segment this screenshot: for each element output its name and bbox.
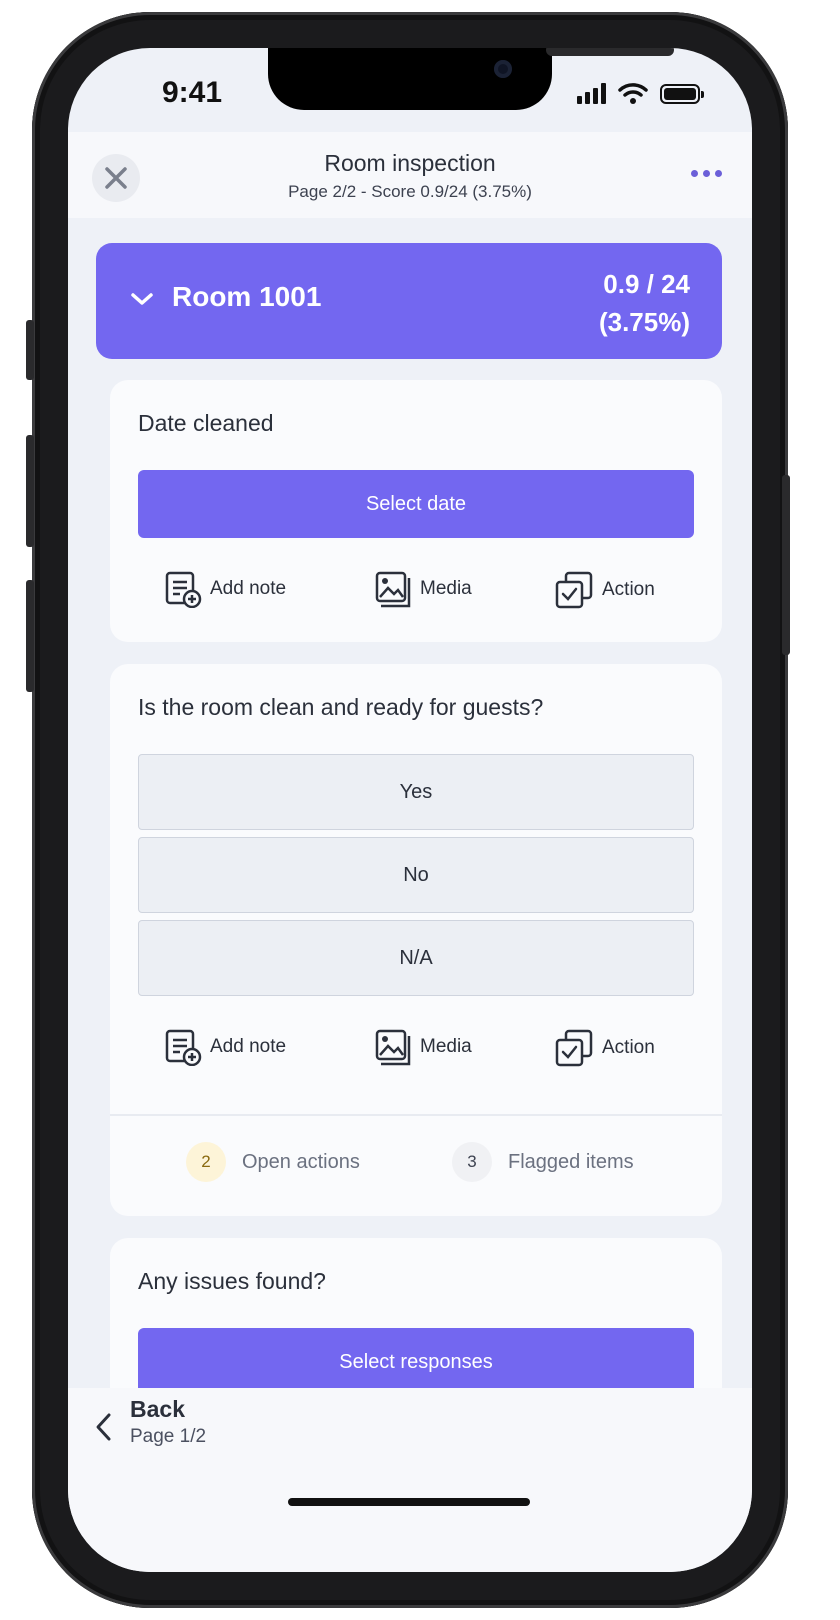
more-options-button[interactable] — [691, 170, 722, 177]
header: Room inspection Page 2/2 - Score 0.9/24 … — [68, 132, 752, 218]
cellular-signal-icon — [577, 82, 606, 104]
action-icon — [555, 571, 593, 609]
open-actions-count: 2 — [186, 1142, 226, 1182]
section-header[interactable]: Room 1001 0.9 / 24 (3.75%) — [96, 243, 722, 359]
back-button[interactable]: Back Page 1/2 — [68, 1388, 328, 1468]
action-label: Action — [602, 1037, 655, 1058]
front-camera — [494, 60, 512, 78]
media-label: Media — [420, 578, 472, 599]
section-score-percent: (3.75%) — [598, 307, 690, 337]
add-note-button[interactable]: Add note — [164, 1028, 286, 1066]
flagged-items-label: Flagged items — [508, 1150, 634, 1173]
status-icons — [577, 82, 704, 104]
add-note-icon — [165, 571, 202, 608]
action-button[interactable]: Action — [554, 1028, 655, 1068]
mute-switch — [26, 320, 34, 380]
back-page-label: Page 1/2 — [130, 1426, 207, 1447]
wifi-icon — [618, 83, 648, 104]
volume-down-button — [26, 580, 34, 692]
speaker-grille — [546, 48, 674, 56]
option-yes[interactable]: Yes — [138, 754, 694, 830]
screen: 9:41 Room inspection Page 2/2 - Score 0.… — [68, 48, 752, 1572]
flagged-items-count: 3 — [452, 1142, 492, 1182]
chevron-left-icon — [96, 1413, 111, 1441]
section-title: Room 1001 — [172, 281, 322, 312]
open-actions-label: Open actions — [242, 1150, 360, 1173]
page-title: Room inspection — [324, 150, 496, 176]
select-date-button[interactable]: Select date — [138, 470, 694, 538]
add-note-button[interactable]: Add note — [164, 570, 286, 608]
back-label: Back — [130, 1396, 185, 1422]
add-note-label: Add note — [210, 578, 287, 599]
select-responses-button[interactable]: Select responses — [138, 1328, 694, 1396]
chevron-down-icon — [131, 293, 153, 305]
question-card-date: Date cleaned Select date Add note Media … — [110, 380, 722, 642]
action-icon — [555, 1029, 593, 1067]
add-note-label: Add note — [210, 1036, 287, 1057]
question-card-clean: Is the room clean and ready for guests? … — [110, 664, 722, 1216]
question-toolbar: Add note Media Action — [110, 570, 722, 614]
more-icon — [691, 170, 698, 177]
media-icon — [375, 1029, 411, 1066]
media-label: Media — [420, 1036, 472, 1057]
media-button[interactable]: Media — [374, 570, 472, 608]
action-label: Action — [602, 579, 655, 600]
status-time: 9:41 — [162, 76, 223, 109]
section-score: 0.9 / 24 (3.75%) — [599, 265, 690, 341]
page-subtitle: Page 2/2 - Score 0.9/24 (3.75%) — [288, 182, 532, 201]
footer-nav: Back Page 1/2 — [68, 1388, 752, 1572]
question-label: Any issues found? — [138, 1268, 326, 1294]
notch — [268, 48, 674, 110]
volume-up-button — [26, 435, 34, 547]
section-score-value: 0.9 / 24 — [603, 269, 690, 299]
question-toolbar: Add note Media Action — [110, 1028, 722, 1072]
option-na[interactable]: N/A — [138, 920, 694, 996]
flagged-items[interactable]: 3 Flagged items — [452, 1142, 634, 1182]
question-label: Is the room clean and ready for guests? — [138, 694, 544, 720]
action-button[interactable]: Action — [554, 570, 655, 610]
open-actions[interactable]: 2 Open actions — [186, 1142, 360, 1182]
battery-icon — [660, 84, 704, 104]
option-no[interactable]: No — [138, 837, 694, 913]
question-label: Date cleaned — [138, 410, 274, 436]
power-button — [782, 475, 790, 655]
add-note-icon — [165, 1029, 202, 1066]
media-icon — [375, 571, 411, 608]
home-indicator[interactable] — [288, 1498, 530, 1506]
divider — [110, 1114, 722, 1116]
media-button[interactable]: Media — [374, 1028, 472, 1066]
